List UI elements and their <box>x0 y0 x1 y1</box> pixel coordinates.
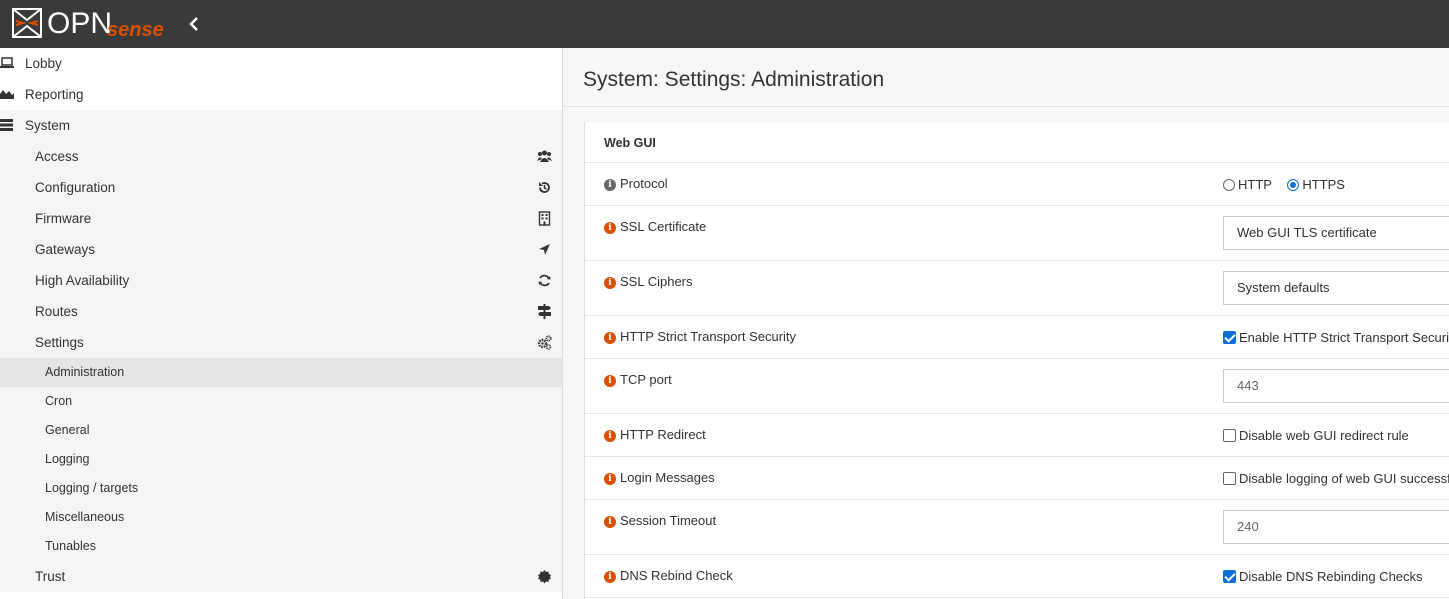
title-divider <box>563 106 1449 107</box>
sidebar-subitem-administration[interactable]: Administration <box>0 358 562 387</box>
location-arrow-icon <box>539 244 550 255</box>
https-radio[interactable] <box>1287 179 1300 191</box>
main-content: System: Settings: Administration Web GUI… <box>563 48 1449 599</box>
ssl-certificate-label: SSL Certificate <box>620 219 707 234</box>
opnsense-logo[interactable]: OPN sense <box>12 7 164 41</box>
sidebar-item-label: Configuration <box>35 180 116 195</box>
login-messages-checkbox[interactable] <box>1223 472 1236 485</box>
sidebar-item-firmware[interactable]: Firmware <box>0 203 562 234</box>
hsts-checkbox-label: Enable HTTP Strict Transport Securi <box>1239 330 1449 345</box>
building-icon <box>538 211 551 226</box>
sidebar-subitem-cron[interactable]: Cron <box>0 387 562 416</box>
info-icon[interactable]: i <box>604 277 616 289</box>
opnsense-logo-icon <box>12 8 42 38</box>
logo-text: OPN <box>47 7 113 40</box>
hsts-label: HTTP Strict Transport Security <box>620 329 797 344</box>
protocol-label: Protocol <box>620 176 668 191</box>
sidebar-item-label: Access <box>35 149 79 164</box>
top-navbar: OPN sense <box>0 0 1449 48</box>
sidebar-item-label: Gateways <box>35 242 96 257</box>
session-timeout-input[interactable]: 240 <box>1223 510 1449 544</box>
section-title: Web GUI <box>604 136 656 150</box>
sidebar-subitem-logging[interactable]: Logging <box>0 445 562 474</box>
tcp-port-input[interactable]: 443 <box>1223 369 1449 403</box>
dns-rebind-checkbox-label: Disable DNS Rebinding Checks <box>1239 569 1423 584</box>
sidebar-item-gateways[interactable]: Gateways <box>0 234 562 265</box>
sidebar-item-reporting[interactable]: Reporting <box>0 79 562 110</box>
dns-rebind-row: i DNS Rebind Check Disable DNS Rebinding … <box>585 555 1449 598</box>
http-radio[interactable] <box>1223 179 1235 191</box>
sidebar-subitem-logging-targets[interactable]: Logging / targets <box>0 474 562 503</box>
refresh-icon <box>538 274 551 287</box>
ssl-certificate-row: i SSL Certificate Web GUI TLS certificate <box>585 206 1449 261</box>
info-icon[interactable]: i <box>604 473 616 485</box>
sidebar: Lobby Reporting System Access Configurat… <box>0 48 563 599</box>
sidebar-item-access[interactable]: Access <box>0 141 562 172</box>
http-redirect-checkbox[interactable] <box>1223 429 1236 442</box>
users-icon <box>537 150 552 162</box>
web-gui-panel: Web GUI i Protocol HTTP HTTPS i SSL Certif… <box>584 122 1449 599</box>
page-title: System: Settings: Administration <box>583 68 885 91</box>
hsts-checkbox[interactable] <box>1223 331 1236 344</box>
sidebar-item-label: System <box>25 118 71 133</box>
sidebar-item-configuration[interactable]: Configuration <box>0 172 562 203</box>
login-messages-row: i Login Messages Disable logging of web G… <box>585 457 1449 500</box>
sidebar-item-high-availability[interactable]: High Availability <box>0 265 562 296</box>
sidebar-subitem-general[interactable]: General <box>0 416 562 445</box>
info-icon[interactable]: i <box>604 571 616 583</box>
hsts-row: i HTTP Strict Transport Security Enable H… <box>585 316 1449 359</box>
ssl-ciphers-select[interactable]: System defaults <box>1223 271 1449 305</box>
sidebar-item-label: Trust <box>35 569 66 584</box>
sidebar-subitem-tunables[interactable]: Tunables <box>0 532 562 561</box>
info-icon[interactable]: i <box>604 179 616 191</box>
http-radio-label: HTTP <box>1238 177 1272 192</box>
history-icon <box>539 182 550 193</box>
sidebar-item-label: Reporting <box>25 87 84 102</box>
collapse-sidebar-icon[interactable] <box>186 14 202 34</box>
sidebar-subitem-miscellaneous[interactable]: Miscellaneous <box>0 503 562 532</box>
session-timeout-label: Session Timeout <box>620 513 717 528</box>
http-redirect-row: i HTTP Redirect Disable web GUI redirect … <box>585 414 1449 457</box>
sidebar-item-label: Lobby <box>25 56 62 71</box>
dns-rebind-checkbox[interactable] <box>1223 570 1236 583</box>
ssl-certificate-select[interactable]: Web GUI TLS certificate <box>1223 216 1449 250</box>
section-header: Web GUI <box>585 122 1449 163</box>
sidebar-item-label: High Availability <box>35 273 130 288</box>
sidebar-item-label: Routes <box>35 304 78 319</box>
sidebar-item-routes[interactable]: Routes <box>0 296 562 327</box>
sidebar-item-settings[interactable]: Settings <box>0 327 562 358</box>
sidebar-item-label: Settings <box>35 335 84 350</box>
protocol-row: i Protocol HTTP HTTPS <box>585 163 1449 206</box>
info-icon[interactable]: i <box>604 430 616 442</box>
http-redirect-checkbox-label: Disable web GUI redirect rule <box>1239 428 1409 443</box>
laptop-icon <box>0 57 14 68</box>
logo-accent-text: sense <box>107 19 164 41</box>
login-messages-checkbox-label: Disable logging of web GUI successfu <box>1239 471 1449 486</box>
cogs-icon <box>537 335 552 350</box>
dns-rebind-label: DNS Rebind Check <box>620 568 733 583</box>
info-icon[interactable]: i <box>604 375 616 387</box>
tcp-port-label: TCP port <box>620 372 672 387</box>
ssl-ciphers-row: i SSL Ciphers System defaults <box>585 261 1449 316</box>
info-icon[interactable]: i <box>604 332 616 344</box>
ssl-ciphers-label: SSL Ciphers <box>620 274 693 289</box>
sidebar-item-lobby[interactable]: Lobby <box>0 48 562 79</box>
map-signs-icon <box>538 304 551 319</box>
sidebar-item-system[interactable]: System <box>0 110 562 141</box>
area-chart-icon <box>0 90 14 99</box>
http-redirect-label: HTTP Redirect <box>620 427 706 442</box>
certificate-icon <box>538 570 551 584</box>
sidebar-item-label: Firmware <box>35 211 92 226</box>
login-messages-label: Login Messages <box>620 470 715 485</box>
info-icon[interactable]: i <box>604 222 616 234</box>
server-icon <box>0 119 13 131</box>
info-icon[interactable]: i <box>604 516 616 528</box>
sidebar-item-trust[interactable]: Trust <box>0 561 562 592</box>
https-radio-label: HTTPS <box>1302 177 1345 192</box>
session-timeout-row: i Session Timeout 240 <box>585 500 1449 555</box>
tcp-port-row: i TCP port 443 <box>585 359 1449 414</box>
